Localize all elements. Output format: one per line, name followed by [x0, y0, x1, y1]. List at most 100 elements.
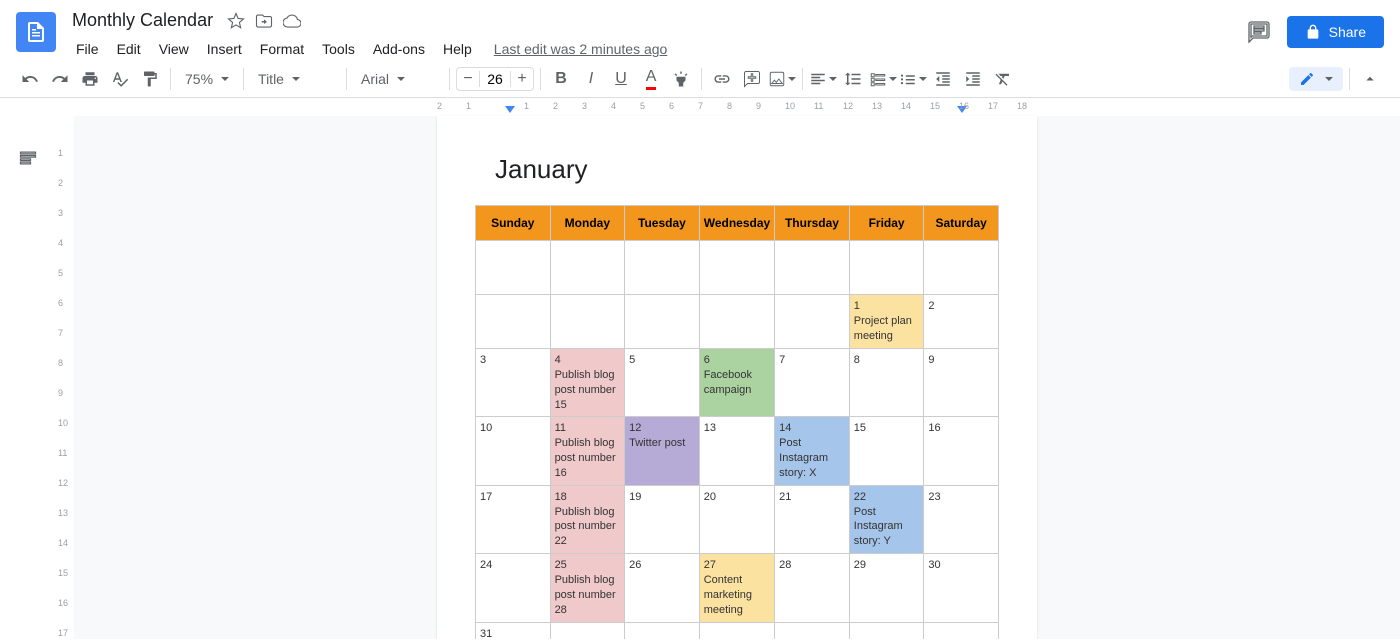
menu-help[interactable]: Help [435, 37, 480, 61]
highlight-button[interactable] [667, 65, 695, 93]
calendar-cell[interactable] [924, 622, 999, 639]
move-icon[interactable] [255, 12, 273, 30]
calendar-cell[interactable]: 3 [476, 349, 551, 417]
menu-format[interactable]: Format [252, 37, 312, 61]
calendar-cell[interactable]: 6Facebook campaign [699, 349, 774, 417]
calendar-cell[interactable]: 4Publish blog post number 15 [550, 349, 625, 417]
calendar-cell[interactable] [775, 295, 850, 349]
calendar-cell[interactable]: 9 [924, 349, 999, 417]
add-comment-button[interactable] [738, 65, 766, 93]
font-select[interactable]: Arial [353, 67, 443, 91]
calendar-cell[interactable]: 15 [849, 417, 924, 485]
font-size-decrease[interactable]: − [457, 68, 479, 90]
calendar-cell[interactable]: 10 [476, 417, 551, 485]
calendar-cell[interactable]: 23 [924, 485, 999, 553]
calendar-cell[interactable] [625, 295, 700, 349]
style-select[interactable]: Title [250, 67, 340, 91]
calendar-cell[interactable] [550, 295, 625, 349]
calendar-cell[interactable] [699, 622, 774, 639]
calendar-cell[interactable]: 27Content marketing meeting [699, 554, 774, 622]
menubar: File Edit View Insert Format Tools Add-o… [68, 37, 1247, 61]
menu-tools[interactable]: Tools [314, 37, 363, 61]
calendar-day-header: Thursday [775, 206, 850, 241]
spellcheck-button[interactable] [106, 65, 134, 93]
month-heading[interactable]: January [495, 154, 999, 185]
menu-insert[interactable]: Insert [199, 37, 250, 61]
editing-mode-button[interactable] [1289, 67, 1343, 91]
calendar-cell[interactable]: 11Publish blog post number 16 [550, 417, 625, 485]
increase-indent-button[interactable] [959, 65, 987, 93]
outline-icon[interactable] [18, 148, 38, 168]
document-page[interactable]: January SundayMondayTuesdayWednesdayThur… [437, 116, 1037, 639]
calendar-cell[interactable]: 7 [775, 349, 850, 417]
calendar-cell[interactable]: 17 [476, 485, 551, 553]
calendar-cell[interactable]: 18Publish blog post number 22 [550, 485, 625, 553]
share-button[interactable]: Share [1287, 16, 1384, 48]
calendar-cell[interactable]: 20 [699, 485, 774, 553]
calendar-cell[interactable]: 16 [924, 417, 999, 485]
calendar-cell[interactable]: 14Post Instagram story: X [775, 417, 850, 485]
last-edit-link[interactable]: Last edit was 2 minutes ago [494, 41, 668, 57]
menu-edit[interactable]: Edit [109, 37, 149, 61]
calendar-cell[interactable] [849, 622, 924, 639]
menu-file[interactable]: File [68, 37, 107, 61]
star-icon[interactable] [227, 12, 245, 30]
calendar-cell[interactable]: 19 [625, 485, 700, 553]
calendar-cell[interactable]: 30 [924, 554, 999, 622]
underline-button[interactable]: U [607, 65, 635, 93]
text-color-button[interactable]: A [637, 65, 665, 93]
share-label: Share [1329, 24, 1366, 40]
image-button[interactable] [768, 65, 796, 93]
horizontal-ruler: 21123456789101112131415161718 [437, 98, 1037, 115]
vertical-ruler: 1234567891011121314151617 [56, 98, 74, 639]
calendar-cell[interactable]: 25Publish blog post number 28 [550, 554, 625, 622]
calendar-cell[interactable] [550, 622, 625, 639]
calendar-cell[interactable] [699, 295, 774, 349]
redo-button[interactable] [46, 65, 74, 93]
calendar-cell[interactable]: 22Post Instagram story: Y [849, 485, 924, 553]
font-size-increase[interactable]: + [511, 68, 533, 90]
paint-format-button[interactable] [136, 65, 164, 93]
calendar-cell[interactable]: 24 [476, 554, 551, 622]
calendar-cell[interactable]: 2 [924, 295, 999, 349]
calendar-cell[interactable]: 12Twitter post [625, 417, 700, 485]
checklist-button[interactable] [869, 65, 897, 93]
calendar-cell[interactable]: 29 [849, 554, 924, 622]
italic-button[interactable]: I [577, 65, 605, 93]
decrease-indent-button[interactable] [929, 65, 957, 93]
collapse-toolbar-button[interactable] [1356, 65, 1384, 93]
font-size-group: − + [456, 67, 534, 91]
document-title[interactable]: Monthly Calendar [68, 8, 217, 33]
calendar-cell[interactable] [476, 295, 551, 349]
calendar-cell[interactable]: 28 [775, 554, 850, 622]
calendar-day-header: Monday [550, 206, 625, 241]
calendar-cell[interactable] [775, 622, 850, 639]
align-button[interactable] [809, 65, 837, 93]
link-button[interactable] [708, 65, 736, 93]
bulleted-list-button[interactable] [899, 65, 927, 93]
calendar-day-header: Friday [849, 206, 924, 241]
comments-icon[interactable] [1247, 20, 1271, 44]
menu-view[interactable]: View [151, 37, 197, 61]
calendar-cell[interactable]: 8 [849, 349, 924, 417]
undo-button[interactable] [16, 65, 44, 93]
bold-button[interactable]: B [547, 65, 575, 93]
calendar-cell[interactable]: 13 [699, 417, 774, 485]
line-spacing-button[interactable] [839, 65, 867, 93]
calendar-cell[interactable]: 5 [625, 349, 700, 417]
docs-logo[interactable] [16, 12, 56, 52]
zoom-select[interactable]: 75% [177, 67, 237, 91]
menu-addons[interactable]: Add-ons [365, 37, 433, 61]
calendar-day-header: Wednesday [699, 206, 774, 241]
calendar-cell[interactable]: 31 [476, 622, 551, 639]
calendar-cell[interactable] [625, 622, 700, 639]
calendar-day-header: Sunday [476, 206, 551, 241]
font-size-input[interactable] [479, 71, 511, 87]
calendar-cell[interactable]: 26 [625, 554, 700, 622]
print-button[interactable] [76, 65, 104, 93]
clear-formatting-button[interactable] [989, 65, 1017, 93]
cloud-status-icon[interactable] [283, 12, 301, 30]
calendar-cell[interactable]: 1Project plan meeting [849, 295, 924, 349]
calendar-cell[interactable]: 21 [775, 485, 850, 553]
calendar-table[interactable]: SundayMondayTuesdayWednesdayThursdayFrid… [475, 205, 999, 639]
